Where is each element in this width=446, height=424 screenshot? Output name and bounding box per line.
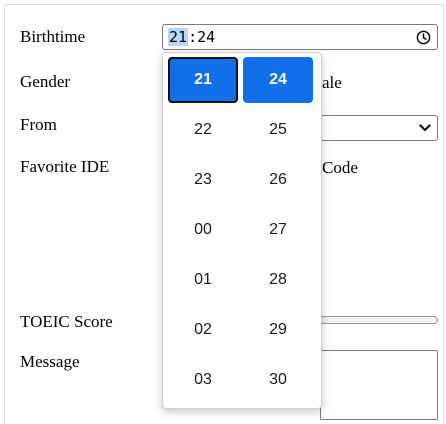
minute-option[interactable]: 29 bbox=[243, 307, 313, 353]
time-picker-dropdown: 21 22 23 00 01 02 03 24 25 26 27 28 29 3… bbox=[162, 52, 322, 409]
label-message: Message bbox=[20, 352, 80, 371]
ide-option-label[interactable]: Code bbox=[322, 158, 358, 178]
minute-option[interactable]: 25 bbox=[243, 107, 313, 153]
from-select[interactable] bbox=[320, 115, 438, 141]
message-textarea[interactable] bbox=[320, 350, 438, 420]
birthtime-minutes[interactable]: 24 bbox=[197, 28, 215, 46]
label-favorite-ide: Favorite IDE bbox=[20, 157, 110, 176]
toeic-score-slider[interactable] bbox=[320, 316, 438, 324]
clock-icon[interactable] bbox=[416, 30, 431, 45]
hour-option[interactable]: 00 bbox=[168, 207, 238, 253]
birthtime-input[interactable]: 21:24 bbox=[162, 24, 438, 50]
label-birthtime: Birthtime bbox=[20, 27, 86, 46]
minute-option[interactable]: 24 bbox=[243, 57, 313, 103]
label-gender: Gender bbox=[20, 72, 71, 91]
minute-option[interactable]: 26 bbox=[243, 157, 313, 203]
birthtime-hours[interactable]: 21 bbox=[168, 28, 189, 46]
hour-option[interactable]: 03 bbox=[168, 357, 238, 403]
hour-option[interactable]: 02 bbox=[168, 307, 238, 353]
birthtime-value: 21:24 bbox=[168, 28, 215, 46]
hour-option[interactable]: 23 bbox=[168, 157, 238, 203]
minute-option[interactable]: 28 bbox=[243, 257, 313, 303]
minute-option[interactable]: 30 bbox=[243, 357, 313, 403]
label-toeic-score: TOEIC Score bbox=[20, 312, 113, 331]
hour-option[interactable]: 01 bbox=[168, 257, 238, 303]
birthtime-separator: : bbox=[188, 28, 198, 46]
hour-option[interactable]: 22 bbox=[168, 107, 238, 153]
gender-option-label[interactable]: ale bbox=[322, 73, 342, 93]
label-from: From bbox=[20, 115, 57, 134]
minute-option[interactable]: 27 bbox=[243, 207, 313, 253]
hour-option[interactable]: 21 bbox=[168, 57, 238, 103]
chevron-down-icon bbox=[419, 124, 431, 132]
